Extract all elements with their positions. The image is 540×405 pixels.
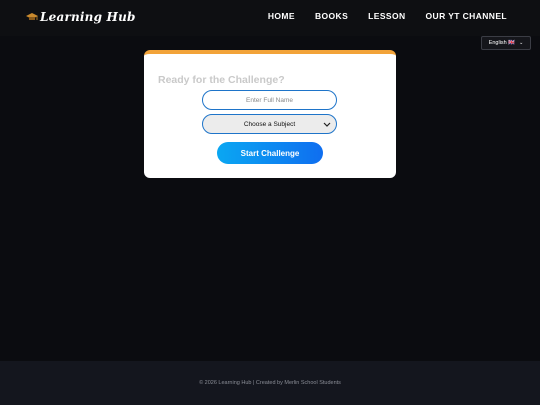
challenge-card: Ready for the Challenge? Choose a Subjec… bbox=[144, 50, 396, 178]
nav-lesson-link[interactable]: LESSON bbox=[368, 11, 405, 21]
card-title: Ready for the Challenge? bbox=[158, 74, 285, 86]
full-name-input[interactable] bbox=[202, 90, 337, 110]
chevron-down-icon bbox=[323, 122, 331, 127]
footer-text: © 2026 Learning Hub | Created by Merlin … bbox=[199, 380, 341, 386]
start-challenge-button[interactable]: Start Challenge bbox=[217, 142, 323, 164]
brand-name: Learning Hub bbox=[40, 10, 136, 24]
language-label: English 🇬🇧 bbox=[488, 40, 516, 46]
footer: © 2026 Learning Hub | Created by Merlin … bbox=[0, 361, 540, 405]
subject-select[interactable]: Choose a Subject bbox=[202, 114, 337, 134]
navbar: Learning Hub HOME BOOKS LESSON OUR YT CH… bbox=[0, 0, 540, 36]
nav-yt-channel-link[interactable]: OUR YT CHANNEL bbox=[426, 11, 507, 21]
main-nav: HOME BOOKS LESSON OUR YT CHANNEL bbox=[268, 11, 507, 21]
chevron-down-icon: ⌄ bbox=[519, 40, 524, 46]
subject-select-value: Choose a Subject bbox=[243, 120, 296, 128]
brand-logo[interactable]: Learning Hub bbox=[26, 8, 136, 26]
nav-books-link[interactable]: BOOKS bbox=[315, 11, 348, 21]
language-select[interactable]: English 🇬🇧 ⌄ bbox=[481, 36, 531, 50]
nav-home-link[interactable]: HOME bbox=[268, 11, 295, 21]
graduation-cap-icon bbox=[26, 13, 38, 20]
